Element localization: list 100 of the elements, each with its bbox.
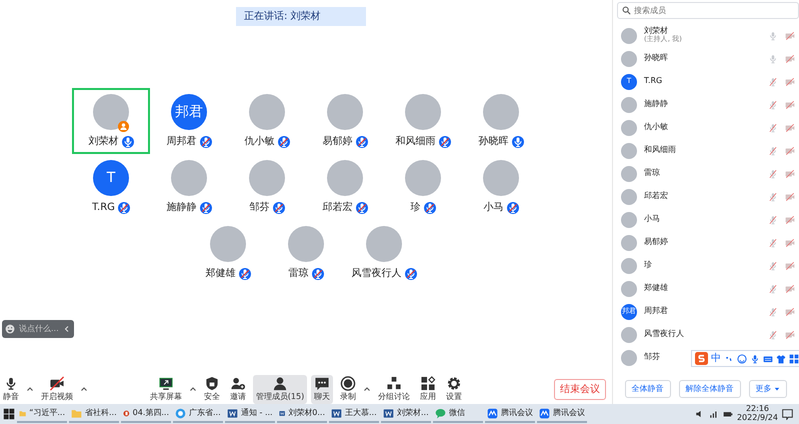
ime-toolbar[interactable]: 中	[691, 350, 799, 367]
participant-name: 刘荣材	[88, 134, 118, 149]
shirt-icon[interactable]	[776, 354, 786, 364]
toolbar-button[interactable]: 录制	[337, 374, 360, 404]
taskbar-item[interactable]: 微信	[433, 405, 483, 423]
member-row[interactable]: 仇小敏	[613, 116, 799, 139]
add-person-icon	[230, 376, 246, 390]
keyboard-icon[interactable]	[763, 354, 773, 364]
muted-mic-icon[interactable]	[768, 100, 778, 110]
member-row[interactable]: 郑健雄	[613, 277, 799, 300]
caret-up-icon[interactable]	[188, 385, 197, 393]
member-row[interactable]: 孙晓晖	[613, 47, 799, 70]
battery-icon[interactable]	[722, 409, 733, 419]
taskbar-item[interactable]: “习近平...	[17, 405, 67, 423]
muted-mic-icon[interactable]	[768, 214, 778, 224]
participant-name: 周邦君	[166, 134, 196, 149]
caret-up-icon[interactable]	[363, 385, 372, 393]
member-name: 仇小敏	[644, 123, 668, 132]
camera-off-icon[interactable]	[785, 330, 795, 340]
taskbar-item[interactable]: 王大慕...	[329, 405, 379, 423]
camera-off-icon[interactable]	[785, 284, 795, 294]
camera-off-icon[interactable]	[785, 238, 795, 248]
muted-mic-icon[interactable]	[768, 260, 778, 270]
member-row[interactable]: 雷琼	[613, 162, 799, 185]
member-name: 邹芬	[644, 353, 660, 362]
camera-off-icon[interactable]	[785, 214, 795, 224]
taskbar-item[interactable]: 通知 - ...	[225, 405, 275, 423]
muted-mic-icon[interactable]	[768, 192, 778, 202]
avatar-photo-placeholder	[621, 234, 637, 250]
muted-mic-icon[interactable]	[768, 146, 778, 156]
member-row[interactable]: 易郁婷	[613, 231, 799, 254]
document-app-icon	[227, 408, 238, 418]
end-meeting-button[interactable]: 结束会议	[554, 378, 606, 400]
toolbar-button[interactable]: 开启视频	[38, 374, 76, 404]
taskbar-item[interactable]: 广东省...	[173, 405, 223, 423]
taskbar-item[interactable]: 腾讯会议	[537, 405, 587, 423]
caret-up-icon[interactable]	[80, 385, 88, 393]
apps-icon	[420, 376, 436, 390]
camera-off-icon[interactable]	[785, 260, 795, 270]
toolbar-button[interactable]: 管理成员(15)	[252, 374, 308, 404]
muted-mic-icon[interactable]	[768, 122, 778, 132]
camera-off-icon[interactable]	[785, 146, 795, 156]
muted-mic-icon[interactable]	[768, 284, 778, 294]
camera-off-icon[interactable]	[785, 192, 795, 202]
taskbar-item[interactable]: 刘荣材0...	[277, 405, 327, 423]
member-row[interactable]: 邱若宏	[613, 185, 799, 208]
toolbar-button[interactable]: 共享屏幕	[146, 374, 185, 404]
avatar-photo-placeholder	[366, 226, 402, 262]
camera-off-icon[interactable]	[785, 30, 795, 40]
camera-off-icon[interactable]	[785, 122, 795, 132]
toolbar-button[interactable]: 安全	[200, 374, 223, 404]
notification-icon[interactable]	[782, 408, 793, 420]
camera-off-icon[interactable]	[785, 168, 795, 178]
muted-mic-icon[interactable]	[768, 238, 778, 248]
camera-off-icon[interactable]	[785, 100, 795, 110]
toolbar-button[interactable]: 分组讨论	[375, 374, 414, 404]
taskbar-item[interactable]: 腾讯会议	[485, 405, 535, 423]
member-row[interactable]: 小马	[613, 208, 799, 231]
participant-name: 仇小敏	[244, 134, 274, 149]
emoji-icon[interactable]	[5, 324, 15, 334]
taskbar-item[interactable]: 刘荣材...	[381, 405, 431, 423]
panel-button[interactable]: 更多	[748, 380, 788, 398]
camera-off-icon[interactable]	[785, 76, 795, 86]
muted-mic-icon[interactable]	[768, 330, 778, 340]
camera-off-icon[interactable]	[785, 54, 795, 64]
toolbar-button[interactable]: 邀请	[226, 374, 249, 404]
chat-input[interactable]: 说点什么...	[19, 323, 59, 335]
toolbar-button[interactable]: 应用	[417, 374, 440, 404]
avatar-photo-placeholder	[621, 188, 637, 204]
toolbar-button[interactable]: 静音	[0, 374, 22, 404]
network-icon[interactable]	[708, 409, 719, 419]
groups-icon	[386, 376, 402, 390]
meeting-app-icon	[487, 408, 498, 418]
grid-icon[interactable]	[789, 354, 799, 364]
member-row[interactable]: 风雪夜行人	[613, 323, 799, 346]
emoji-icon[interactable]	[737, 354, 747, 364]
camera-off-icon[interactable]	[785, 306, 795, 316]
member-name: T.RG	[644, 77, 662, 86]
windows-start-icon[interactable]	[3, 408, 15, 420]
panel-button[interactable]: 解除全体静音	[678, 380, 741, 398]
initials-avatar: 邦君	[171, 94, 207, 130]
taskbar-item[interactable]: 省社科...	[69, 405, 119, 423]
taskbar-clock[interactable]: 22:16 2022/9/24	[736, 405, 778, 423]
mic-icon[interactable]	[750, 354, 760, 364]
search-box[interactable]: 搜索成员	[617, 2, 799, 19]
muted-mic-icon[interactable]	[768, 76, 778, 86]
taskbar-item[interactable]: 04.第四...	[121, 405, 171, 423]
chat-bar[interactable]: 说点什么...	[2, 320, 74, 338]
record-icon	[340, 376, 356, 390]
toolbar-button[interactable]: 设置	[443, 374, 466, 404]
member-row[interactable]: 和风细雨	[613, 139, 799, 162]
member-row[interactable]: 珍	[613, 254, 799, 277]
toolbar-button[interactable]: 聊天	[311, 374, 334, 404]
caret-up-icon[interactable]	[26, 385, 34, 393]
collapse-chevron-icon[interactable]	[63, 325, 71, 333]
muted-mic-icon[interactable]	[768, 306, 778, 316]
avatar-photo-placeholder	[621, 212, 637, 228]
muted-mic-icon[interactable]	[768, 168, 778, 178]
member-row[interactable]: 施静静	[613, 93, 799, 116]
panel-button[interactable]: 全体静音	[624, 380, 671, 398]
